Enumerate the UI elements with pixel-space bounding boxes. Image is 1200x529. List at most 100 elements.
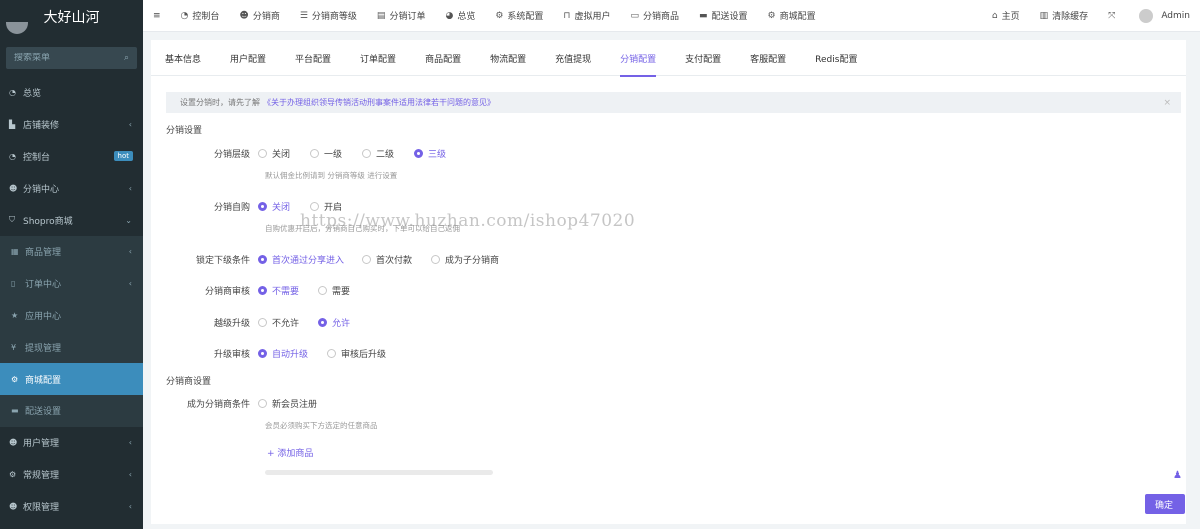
tab-platform-config[interactable]: 平台配置 bbox=[285, 40, 341, 76]
sidebar-item-permission[interactable]: ☻ 权限管理 ‹ bbox=[0, 490, 143, 522]
radio-review-yes[interactable]: 需要 bbox=[318, 284, 370, 297]
radio-level-3[interactable]: 三级 bbox=[414, 147, 466, 160]
tab-distributor[interactable]: ☻ 分销商 bbox=[229, 0, 289, 32]
sidebar-item-console[interactable]: ◔ 控制台 hot bbox=[0, 141, 143, 173]
sidebar-item-shopro[interactable]: ⛉ Shopro商城 ⌄ bbox=[0, 204, 143, 236]
bell-icon[interactable]: ♟ bbox=[1173, 470, 1186, 483]
radio-upgrade-auto[interactable]: 自动升级 bbox=[258, 347, 327, 360]
cogs-icon: ⚙ bbox=[11, 374, 19, 384]
tab-logistics-config[interactable]: 物流配置 bbox=[480, 40, 536, 76]
help-icon[interactable] bbox=[1173, 502, 1185, 514]
radio-lock-first-pay[interactable]: 首次付款 bbox=[362, 253, 431, 266]
file-icon: ▤ bbox=[376, 10, 386, 21]
radio-circle bbox=[258, 255, 267, 264]
radio-lock-sub-distributor[interactable]: 成为子分销商 bbox=[431, 253, 511, 266]
avatar bbox=[6, 22, 28, 34]
fullscreen-button[interactable]: ⤧ bbox=[1098, 0, 1129, 32]
avatar bbox=[1139, 8, 1154, 23]
tab-redis-config[interactable]: Redis配置 bbox=[805, 40, 867, 76]
legal-notice-link[interactable]: 《关于办理组织领导传销活动刑事案件适用法律若干问题的意见》 bbox=[263, 97, 495, 108]
search-icon[interactable]: ⌕ bbox=[124, 53, 129, 63]
radio-review-no[interactable]: 不需要 bbox=[258, 284, 318, 297]
form-row-upgrade-review: 升级审核 自动升级 审核后升级 bbox=[151, 347, 397, 360]
config-tabs: 基本信息 用户配置 平台配置 订单配置 商品配置 物流配置 充值提现 分销配置 … bbox=[151, 40, 1186, 77]
clear-cache-button[interactable]: ▥ 清除缓存 bbox=[1030, 0, 1099, 32]
become-hint: 会员必须购买下方选定的任意商品 bbox=[265, 421, 378, 430]
sidebar-menu: ◔ 总览 ▙ 店铺装修 ‹ ◔ 控制台 hot ☻ 分销中心 ‹ ⛉ Shopro商城 ⌄ ▦ 商品… bbox=[0, 77, 143, 522]
tab-recharge-withdraw[interactable]: 充值提现 bbox=[545, 40, 601, 76]
chevron-left-icon: ‹ bbox=[128, 501, 132, 511]
tab-payment-config[interactable]: 支付配置 bbox=[675, 40, 731, 76]
radio-upgrade-after-review[interactable]: 审核后升级 bbox=[327, 347, 397, 360]
radio-upgrade-skip-deny[interactable]: 不允许 bbox=[258, 316, 318, 329]
section-title-distributor: 分销商设置 bbox=[166, 377, 212, 387]
tab-distribution-goods[interactable]: ▭ 分销商品 bbox=[620, 0, 689, 32]
radio-upgrade-skip-allow[interactable]: 允许 bbox=[318, 316, 370, 329]
cogs-icon: ⚙ bbox=[9, 469, 17, 479]
field-label: 锁定下级条件 bbox=[195, 256, 250, 266]
tab-distributor-level[interactable]: ☰ 分销商等级 bbox=[290, 0, 367, 32]
radio-circle bbox=[258, 318, 267, 327]
lock-icon: ⊓ bbox=[563, 10, 571, 21]
add-goods-button[interactable]: + 添加商品 bbox=[267, 446, 313, 459]
radio-level-2[interactable]: 二级 bbox=[362, 147, 414, 160]
sidebar-item-orders[interactable]: ▯ 订单中心 ‹ bbox=[0, 267, 143, 300]
home-link[interactable]: ⌂ 主页 bbox=[982, 0, 1030, 32]
sidebar-item-withdraw[interactable]: ¥ 提现管理 bbox=[0, 331, 143, 364]
divider bbox=[265, 470, 493, 475]
tab-service-config[interactable]: 客服配置 bbox=[740, 40, 796, 76]
radio-lock-share[interactable]: 首次通过分享进入 bbox=[258, 253, 362, 266]
chevron-left-icon: ‹ bbox=[128, 469, 132, 479]
tab-system-config[interactable]: ⚙ 系统配置 bbox=[485, 0, 553, 32]
tab-console[interactable]: ◔ 控制台 bbox=[171, 0, 230, 32]
radio-level-1[interactable]: 一级 bbox=[310, 147, 362, 160]
topbar-right: ⌂ 主页 ▥ 清除缓存 ⤧ Admin bbox=[982, 0, 1200, 32]
tab-basic-info[interactable]: 基本信息 bbox=[155, 40, 211, 76]
tab-delivery-settings[interactable]: ▬ 配送设置 bbox=[689, 0, 758, 32]
sidebar-item-overview[interactable]: ◔ 总览 bbox=[0, 77, 143, 109]
hot-badge: hot bbox=[113, 151, 133, 162]
config-panel: 基本信息 用户配置 平台配置 订单配置 商品配置 物流配置 充值提现 分销配置 … bbox=[151, 40, 1186, 524]
chevron-left-icon: ‹ bbox=[128, 120, 132, 130]
form-row-level: 分销层级 关闭 一级 二级 三级 bbox=[151, 147, 466, 160]
radio-become-register[interactable]: 新会员注册 bbox=[258, 397, 348, 410]
tab-overview[interactable]: ◕ 总览 bbox=[435, 0, 485, 32]
close-icon[interactable]: × bbox=[1163, 98, 1171, 108]
search-input[interactable] bbox=[14, 53, 114, 63]
tab-user-config[interactable]: 用户配置 bbox=[220, 40, 276, 76]
radio-circle bbox=[258, 149, 267, 158]
radio-circle bbox=[362, 255, 371, 264]
user-icon: ☻ bbox=[239, 10, 249, 21]
sidebar-item-user-mgmt[interactable]: ☻ 用户管理 ‹ bbox=[0, 427, 143, 459]
tab-mall-config[interactable]: ⚙ 商城配置 bbox=[758, 0, 826, 32]
field-label: 升级审核 bbox=[213, 350, 250, 360]
sidebar-item-store-decor[interactable]: ▙ 店铺装修 ‹ bbox=[0, 109, 143, 141]
sidebar-item-goods[interactable]: ▦ 商品管理 ‹ bbox=[0, 235, 143, 268]
tab-distribution-config[interactable]: 分销配置 bbox=[610, 40, 666, 77]
level-hint: 默认佣金比例请到 分销商等级 进行设置 bbox=[265, 171, 398, 180]
radio-circle bbox=[258, 202, 267, 211]
sidebar-item-mall-config[interactable]: ⚙ 商城配置 bbox=[0, 363, 143, 395]
sidebar-item-delivery[interactable]: ▬ 配送设置 bbox=[0, 394, 143, 427]
user-menu[interactable]: Admin bbox=[1129, 0, 1200, 32]
sidebar-toggle-button[interactable]: ≡ bbox=[143, 0, 171, 32]
sidebar-item-apps[interactable]: ★ 应用中心 bbox=[0, 299, 143, 332]
radio-circle bbox=[362, 149, 371, 158]
sidebar-item-general[interactable]: ⚙ 常规管理 ‹ bbox=[0, 459, 143, 491]
sidebar-item-distribution-center[interactable]: ☻ 分销中心 ‹ bbox=[0, 172, 143, 204]
chevron-left-icon: ‹ bbox=[128, 183, 132, 193]
sidebar-search: ⌕ bbox=[6, 47, 137, 69]
sidebar: 大好山河 ⌕ ◔总览 ▙店铺装修‹ ◔控制台hot ☻分销中心‹ ⛉Shopro… bbox=[0, 0, 143, 529]
field-label: 越级升级 bbox=[213, 319, 250, 329]
field-label: 成为分销商条件 bbox=[186, 400, 250, 410]
tab-goods-config[interactable]: 商品配置 bbox=[415, 40, 471, 76]
group-icon: ☻ bbox=[9, 501, 18, 511]
dashboard-icon: ◔ bbox=[180, 10, 189, 21]
radio-level-off[interactable]: 关闭 bbox=[258, 147, 310, 160]
tab-order-config[interactable]: 订单配置 bbox=[350, 40, 406, 76]
radio-circle bbox=[258, 399, 267, 408]
truck-icon: ▬ bbox=[699, 10, 708, 21]
tab-virtual-users[interactable]: ⊓ 虚拟用户 bbox=[553, 0, 620, 32]
tab-distribution-orders[interactable]: ▤ 分销订单 bbox=[367, 0, 436, 32]
brand-title: 大好山河 bbox=[43, 10, 100, 26]
